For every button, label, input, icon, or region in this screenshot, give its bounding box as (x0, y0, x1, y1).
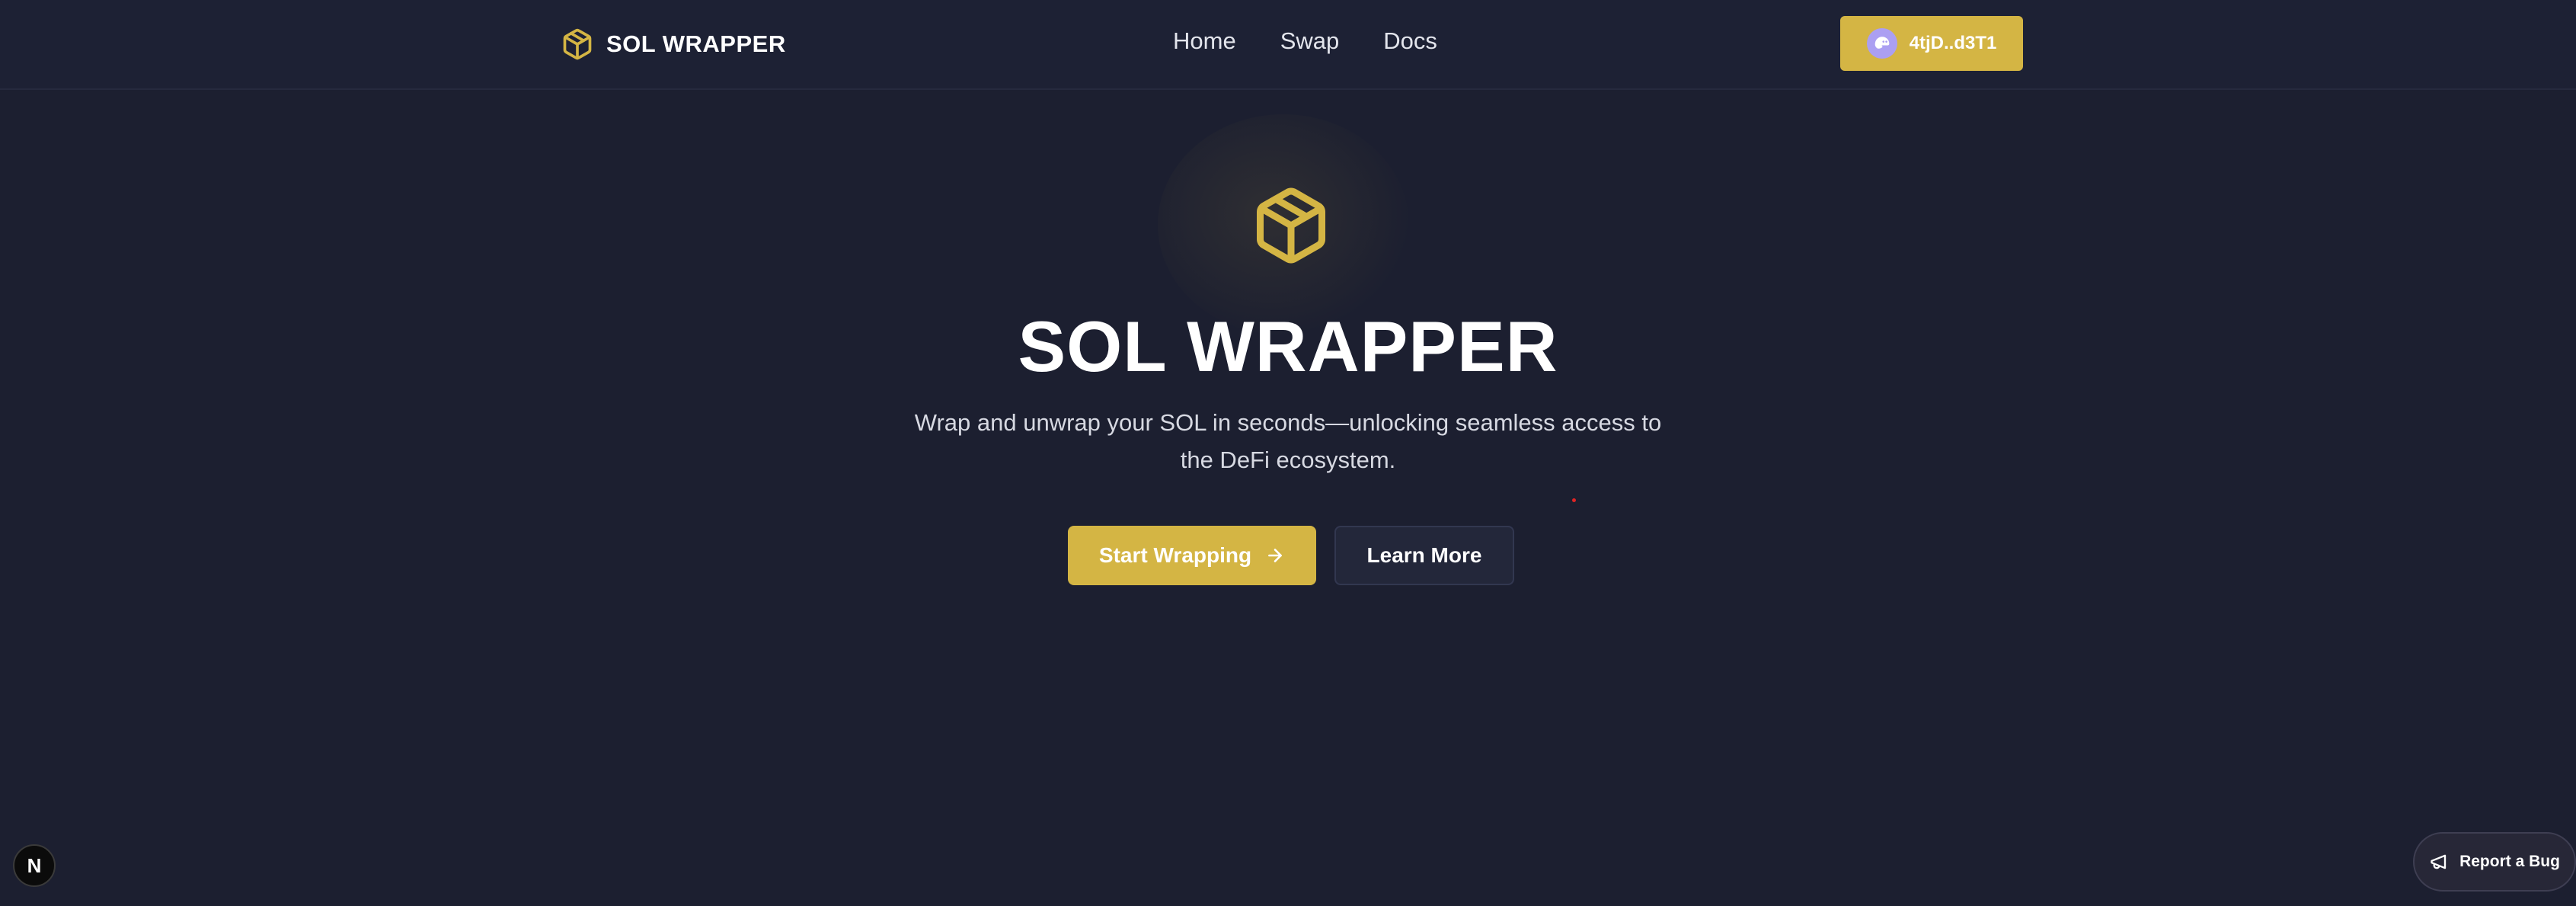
wallet-address: 4tjD..d3T1 (1909, 33, 1997, 53)
package-icon (561, 27, 594, 61)
main-nav: Home Swap Docs (1173, 27, 1437, 55)
report-bug-label: Report a Bug (2459, 853, 2560, 870)
brand-name: SOL WRAPPER (606, 30, 786, 57)
package-icon (1250, 181, 1332, 270)
brand-logo-link[interactable]: SOL WRAPPER (561, 26, 786, 62)
learn-more-label: Learn More (1366, 543, 1482, 567)
nextjs-dev-badge[interactable]: N (13, 844, 56, 887)
start-wrapping-label: Start Wrapping (1098, 543, 1252, 567)
nav-link-swap[interactable]: Swap (1280, 27, 1340, 55)
start-wrapping-button[interactable]: Start Wrapping (1068, 526, 1316, 585)
nextjs-logo-icon: N (27, 853, 42, 877)
megaphone-icon (2429, 851, 2450, 872)
hero-title: SOL WRAPPER (1018, 306, 1558, 386)
arrow-right-icon (1265, 546, 1285, 565)
page: SOL WRAPPER Home Swap Docs 4tjD..d3T1 SO… (0, 0, 2576, 906)
report-bug-button[interactable]: Report a Bug (2413, 832, 2576, 892)
nav-link-home[interactable]: Home (1173, 27, 1236, 55)
hero-subtitle: Wrap and unwrap your SOL in seconds—unlo… (914, 409, 1662, 473)
top-navbar: SOL WRAPPER Home Swap Docs 4tjD..d3T1 (0, 0, 2576, 90)
hero-actions: Start Wrapping Learn More (1068, 526, 1514, 585)
phantom-ghost-icon (1866, 28, 1897, 59)
learn-more-button[interactable]: Learn More (1334, 526, 1514, 585)
nav-link-docs[interactable]: Docs (1383, 27, 1437, 55)
cursor-marker (1572, 498, 1576, 502)
wallet-button[interactable]: 4tjD..d3T1 (1840, 16, 2023, 71)
